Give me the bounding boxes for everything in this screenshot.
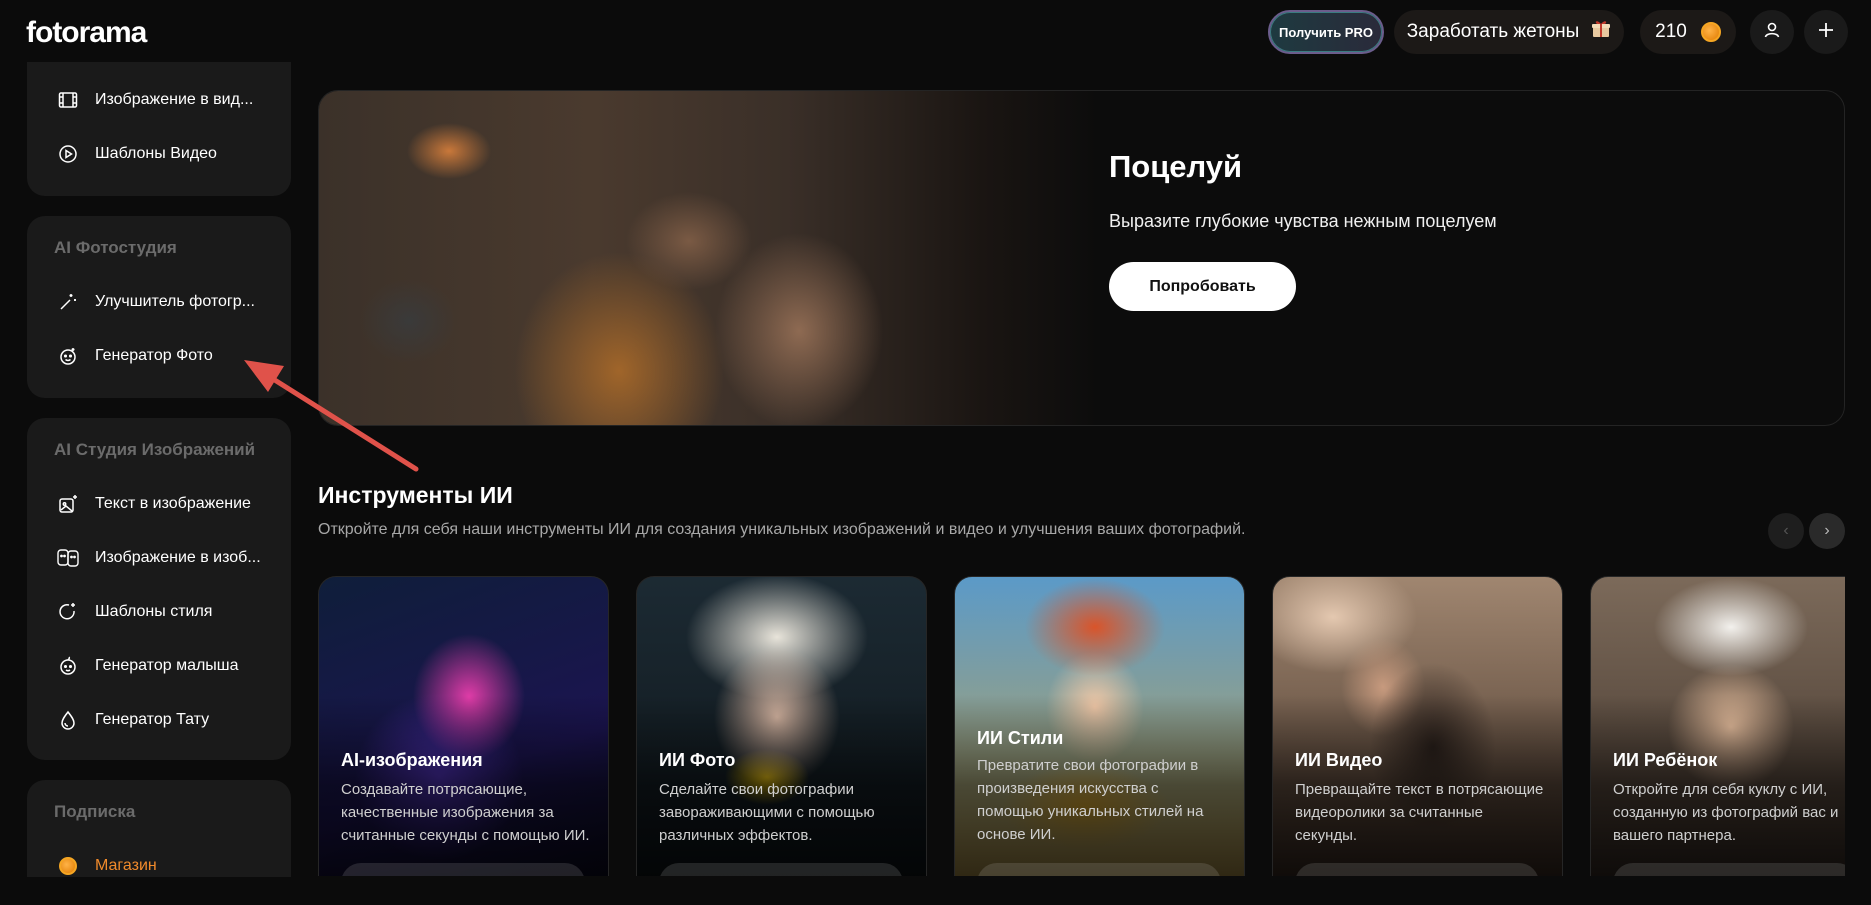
drop-icon <box>57 709 79 731</box>
tool-card-title: ИИ Видео <box>1295 750 1383 770</box>
plus-icon <box>1817 21 1835 44</box>
user-icon <box>1763 21 1781 44</box>
sidebar-item-photo-enhancer[interactable]: Улучшитель фотогр... <box>57 285 255 319</box>
tool-card-description: Откройте для себя куклу с ИИ, созданную … <box>1613 781 1839 844</box>
sidebar-item-label: Изображение в вид... <box>95 91 254 108</box>
sidebar-item-text-to-image[interactable]: Текст в изображение <box>57 487 251 521</box>
tool-card-button[interactable] <box>341 863 585 876</box>
tool-card-ai-photo[interactable]: ИИ Фото Сделайте свои фотографии завораж… <box>636 576 927 876</box>
tools-section-title: Инструменты ИИ <box>318 482 513 508</box>
tool-card-button[interactable] <box>977 863 1221 876</box>
section-title: Подписка <box>54 802 136 821</box>
sidebar-item-shop[interactable]: Магазин <box>57 849 157 877</box>
style-icon <box>57 601 79 623</box>
tool-card-ai-video[interactable]: ИИ Видео Превращайте текст в потрясающие… <box>1272 576 1563 876</box>
sidebar-item-baby-generator[interactable]: Генератор малыша <box>57 649 239 683</box>
sidebar-item-label: Шаблоны Видео <box>95 145 217 162</box>
hero-image <box>319 91 1099 425</box>
tool-card-ai-images[interactable]: AI-изображения Создавайте потрясающие, к… <box>318 576 609 876</box>
play-circle-icon <box>57 143 79 165</box>
logo[interactable]: fotorama <box>26 16 147 50</box>
try-button[interactable]: Попробовать <box>1109 262 1296 311</box>
carousel-next-button[interactable]: › <box>1809 513 1845 549</box>
sidebar-item-photo-generator[interactable]: Генератор Фото <box>57 339 213 373</box>
chevron-right-icon: › <box>1824 522 1830 539</box>
sidebar-item-label: Шаблоны стиля <box>95 603 213 620</box>
profile-button[interactable] <box>1750 10 1794 54</box>
sidebar-item-image-to-image[interactable]: Изображение в изоб... <box>57 541 261 575</box>
tool-card-description: Превращайте текст в потрясающие видеорол… <box>1295 781 1544 844</box>
chevron-left-icon: ‹ <box>1783 522 1789 539</box>
tool-card-title: ИИ Стили <box>977 728 1064 748</box>
create-button[interactable] <box>1804 10 1848 54</box>
earn-tokens-button[interactable]: Заработать жетоны <box>1394 10 1624 54</box>
sidebar: Изображение в вид... Шаблоны Видео AI Фо… <box>0 62 300 877</box>
sidebar-item-tattoo-generator[interactable]: Генератор Тату <box>57 703 209 737</box>
face-icon <box>57 345 79 367</box>
sidebar-item-label: Генератор Тату <box>95 711 210 728</box>
tools-section-subtitle: Откройте для себя наши инструменты ИИ дл… <box>318 521 1246 538</box>
get-pro-button[interactable]: Получить PRO <box>1268 10 1384 54</box>
tool-card-button[interactable] <box>1613 863 1845 876</box>
sidebar-item-style-templates[interactable]: Шаблоны стиля <box>57 595 212 629</box>
tool-card-description: Создавайте потрясающие, качественные изо… <box>341 781 590 844</box>
section-title: AI Студия Изображений <box>54 440 256 459</box>
tool-card-button[interactable] <box>659 863 903 876</box>
sidebar-item-video-templates[interactable]: Шаблоны Видео <box>57 137 217 171</box>
tool-card-title: ИИ Ребёнок <box>1613 750 1718 770</box>
hero-title: Поцелуй <box>1109 149 1243 184</box>
sidebar-item-label: Генератор Фото <box>95 347 213 364</box>
carousel-prev-button[interactable]: ‹ <box>1768 513 1804 549</box>
top-bar: fotorama Получить PRO Заработать жетоны … <box>0 0 1871 62</box>
tool-card-ai-baby[interactable]: ИИ Ребёнок Откройте для себя куклу с ИИ,… <box>1590 576 1845 876</box>
sidebar-item-label: Магазин <box>95 857 157 874</box>
coin-icon <box>57 855 79 877</box>
section-title: AI Фотостудия <box>54 238 177 257</box>
tool-card-button[interactable] <box>1295 863 1539 876</box>
sidebar-item-image-to-video[interactable]: Изображение в вид... <box>57 83 253 117</box>
sidebar-item-label: Изображение в изоб... <box>95 549 261 566</box>
token-balance[interactable]: 210 <box>1640 10 1736 54</box>
hero-subtitle: Выразите глубокие чувства нежным поцелуе… <box>1109 211 1497 231</box>
hero-banner: Поцелуй Выразите глубокие чувства нежным… <box>318 90 1845 426</box>
magic-wand-icon <box>57 291 79 313</box>
film-icon <box>57 89 79 111</box>
sidebar-item-label: Улучшитель фотогр... <box>95 293 255 310</box>
baby-icon <box>57 655 79 677</box>
faces-icon <box>57 547 79 569</box>
tool-card-title: AI-изображения <box>341 750 483 770</box>
gift-icon <box>1591 19 1611 45</box>
earn-tokens-label: Заработать жетоны <box>1406 21 1580 42</box>
token-count: 210 <box>1655 21 1687 42</box>
coin-icon <box>1700 22 1721 42</box>
tool-card-ai-styles[interactable]: ИИ Стили Превратите свои фотографии в пр… <box>954 576 1245 876</box>
sidebar-item-label: Генератор малыша <box>95 657 239 674</box>
sidebar-item-label: Текст в изображение <box>95 495 251 512</box>
tools-carousel: AI-изображения Создавайте потрясающие, к… <box>318 576 1845 876</box>
tool-card-description: Сделайте свои фотографии завораживающими… <box>659 781 875 844</box>
image-sparkle-icon <box>57 493 79 515</box>
tool-card-description: Превратите свои фотографии в произведени… <box>977 757 1204 843</box>
tool-card-title: ИИ Фото <box>659 750 736 770</box>
